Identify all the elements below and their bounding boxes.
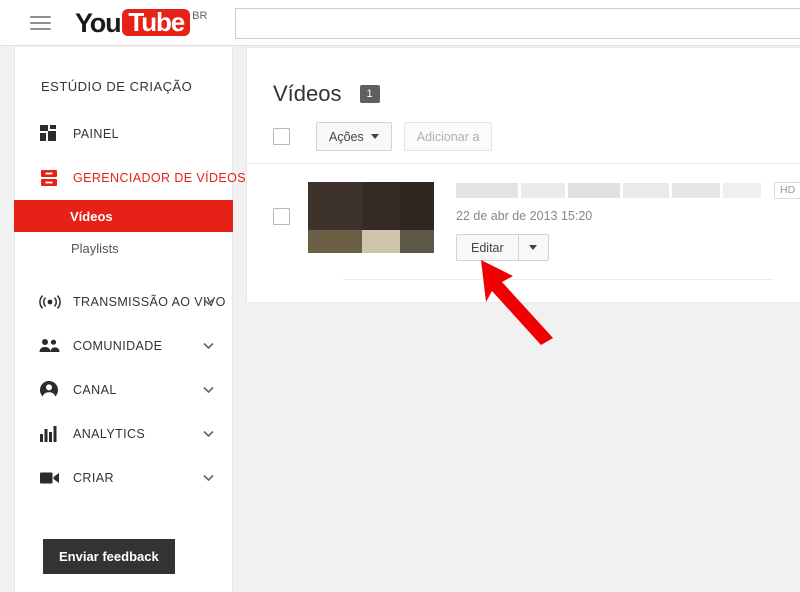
- sidebar-subitem-playlists[interactable]: Playlists: [15, 232, 232, 264]
- redaction-block: [521, 182, 565, 198]
- sidebar-subitem-label: Vídeos: [70, 208, 113, 224]
- thumbnail-block: [362, 230, 400, 253]
- sidebar-item-painel[interactable]: PAINEL: [15, 112, 232, 156]
- video-details: HD 22 de abr de 2013 15:20 Editar: [456, 181, 800, 261]
- send-feedback-button[interactable]: Enviar feedback: [43, 539, 175, 574]
- search-input[interactable]: [235, 8, 800, 39]
- sidebar-subitem-label: Playlists: [71, 240, 119, 256]
- select-all-checkbox[interactable]: [273, 128, 290, 145]
- chevron-down-icon: [370, 134, 379, 139]
- account-circle-icon: [39, 379, 65, 401]
- actions-label: Ações: [329, 129, 364, 144]
- chevron-down-icon[interactable]: [203, 298, 214, 306]
- thumbnail-block: [399, 230, 434, 253]
- bar-chart-icon: [39, 423, 65, 445]
- edit-button[interactable]: Editar: [456, 234, 519, 261]
- top-header-bar: You Tube BR: [0, 0, 800, 46]
- redaction-block: [723, 182, 761, 198]
- sidebar-subitem-videos[interactable]: Vídeos: [14, 200, 233, 232]
- video-upload-date: 22 de abr de 2013 15:20: [456, 209, 593, 223]
- edit-dropdown-button[interactable]: [518, 234, 549, 261]
- sidebar-item-label: CANAL: [73, 383, 117, 397]
- video-count-badge: 1: [359, 85, 380, 103]
- sidebar-item-criar[interactable]: CRIAR: [15, 456, 232, 500]
- youtube-logo[interactable]: You Tube BR: [75, 7, 208, 38]
- redaction-block: [672, 182, 720, 198]
- sidebar-item-label: PAINEL: [73, 127, 119, 141]
- logo-you-text: You: [75, 7, 122, 38]
- row-divider: [343, 279, 773, 280]
- page-title: Vídeos: [273, 81, 342, 106]
- chevron-down-icon[interactable]: [203, 474, 214, 482]
- left-sidebar: ESTÚDIO DE CRIAÇÃO PAINEL GERENCIADOR DE…: [14, 47, 246, 592]
- video-thumbnail[interactable]: [308, 182, 434, 253]
- studio-title: ESTÚDIO DE CRIAÇÃO: [41, 79, 193, 94]
- sidebar-item-comunidade[interactable]: COMUNIDADE: [15, 324, 232, 368]
- video-camera-icon: [39, 467, 65, 489]
- add-to-button[interactable]: Adicionar a: [403, 122, 493, 151]
- redaction-block: [456, 182, 518, 198]
- sidebar-item-label: COMUNIDADE: [73, 339, 163, 353]
- chevron-down-icon[interactable]: [203, 386, 214, 394]
- sidebar-item-label: CRIAR: [73, 471, 114, 485]
- thumbnail-block: [399, 182, 434, 231]
- add-to-label: Adicionar a: [416, 129, 480, 144]
- video-row-checkbox[interactable]: [273, 208, 290, 225]
- videos-main-panel: Vídeos 1 Ações Adicionar a HD 22 de abr …: [246, 47, 800, 303]
- chevron-down-icon[interactable]: [203, 342, 214, 350]
- live-broadcast-icon: [39, 291, 65, 313]
- sidebar-item-analytics[interactable]: ANALYTICS: [15, 412, 232, 456]
- logo-tube-box: Tube: [122, 7, 191, 37]
- redaction-block: [568, 182, 620, 198]
- community-people-icon: [39, 335, 65, 357]
- video-list-item: HD 22 de abr de 2013 15:20 Editar: [247, 164, 800, 261]
- sidebar-item-gerenciador-de-videos[interactable]: GERENCIADOR DE VÍDEOS: [15, 156, 246, 200]
- thumbnail-block: [362, 182, 400, 231]
- logo-country-suffix: BR: [192, 9, 208, 22]
- logo-tube-text: Tube: [128, 7, 185, 37]
- youtube-creator-studio-page: You Tube BR ESTÚDIO DE CRIAÇÃO PAINEL GE…: [0, 0, 800, 592]
- sidebar-item-transmissao-ao-vivo[interactable]: TRANSMISSÃO AO VIVO: [15, 280, 232, 324]
- videos-toolbar: Ações Adicionar a: [247, 110, 800, 164]
- video-title-redacted[interactable]: HD: [456, 181, 800, 199]
- sidebar-item-label: GERENCIADOR DE VÍDEOS: [73, 171, 247, 185]
- actions-dropdown-button[interactable]: Ações: [316, 122, 392, 151]
- chevron-down-icon[interactable]: [203, 430, 214, 438]
- hamburger-menu-icon[interactable]: [30, 11, 54, 35]
- dashboard-icon: [39, 123, 65, 145]
- thumbnail-block: [308, 182, 363, 231]
- chevron-down-icon: [529, 245, 538, 250]
- redaction-block: [623, 182, 669, 198]
- sidebar-item-canal[interactable]: CANAL: [15, 368, 232, 412]
- video-manager-icon: [39, 167, 65, 189]
- panel-header: Vídeos 1: [247, 48, 800, 110]
- edit-button-group: Editar: [456, 234, 800, 261]
- hd-quality-badge: HD: [774, 181, 800, 199]
- thumbnail-block: [308, 230, 363, 253]
- sidebar-item-label: ANALYTICS: [73, 427, 146, 441]
